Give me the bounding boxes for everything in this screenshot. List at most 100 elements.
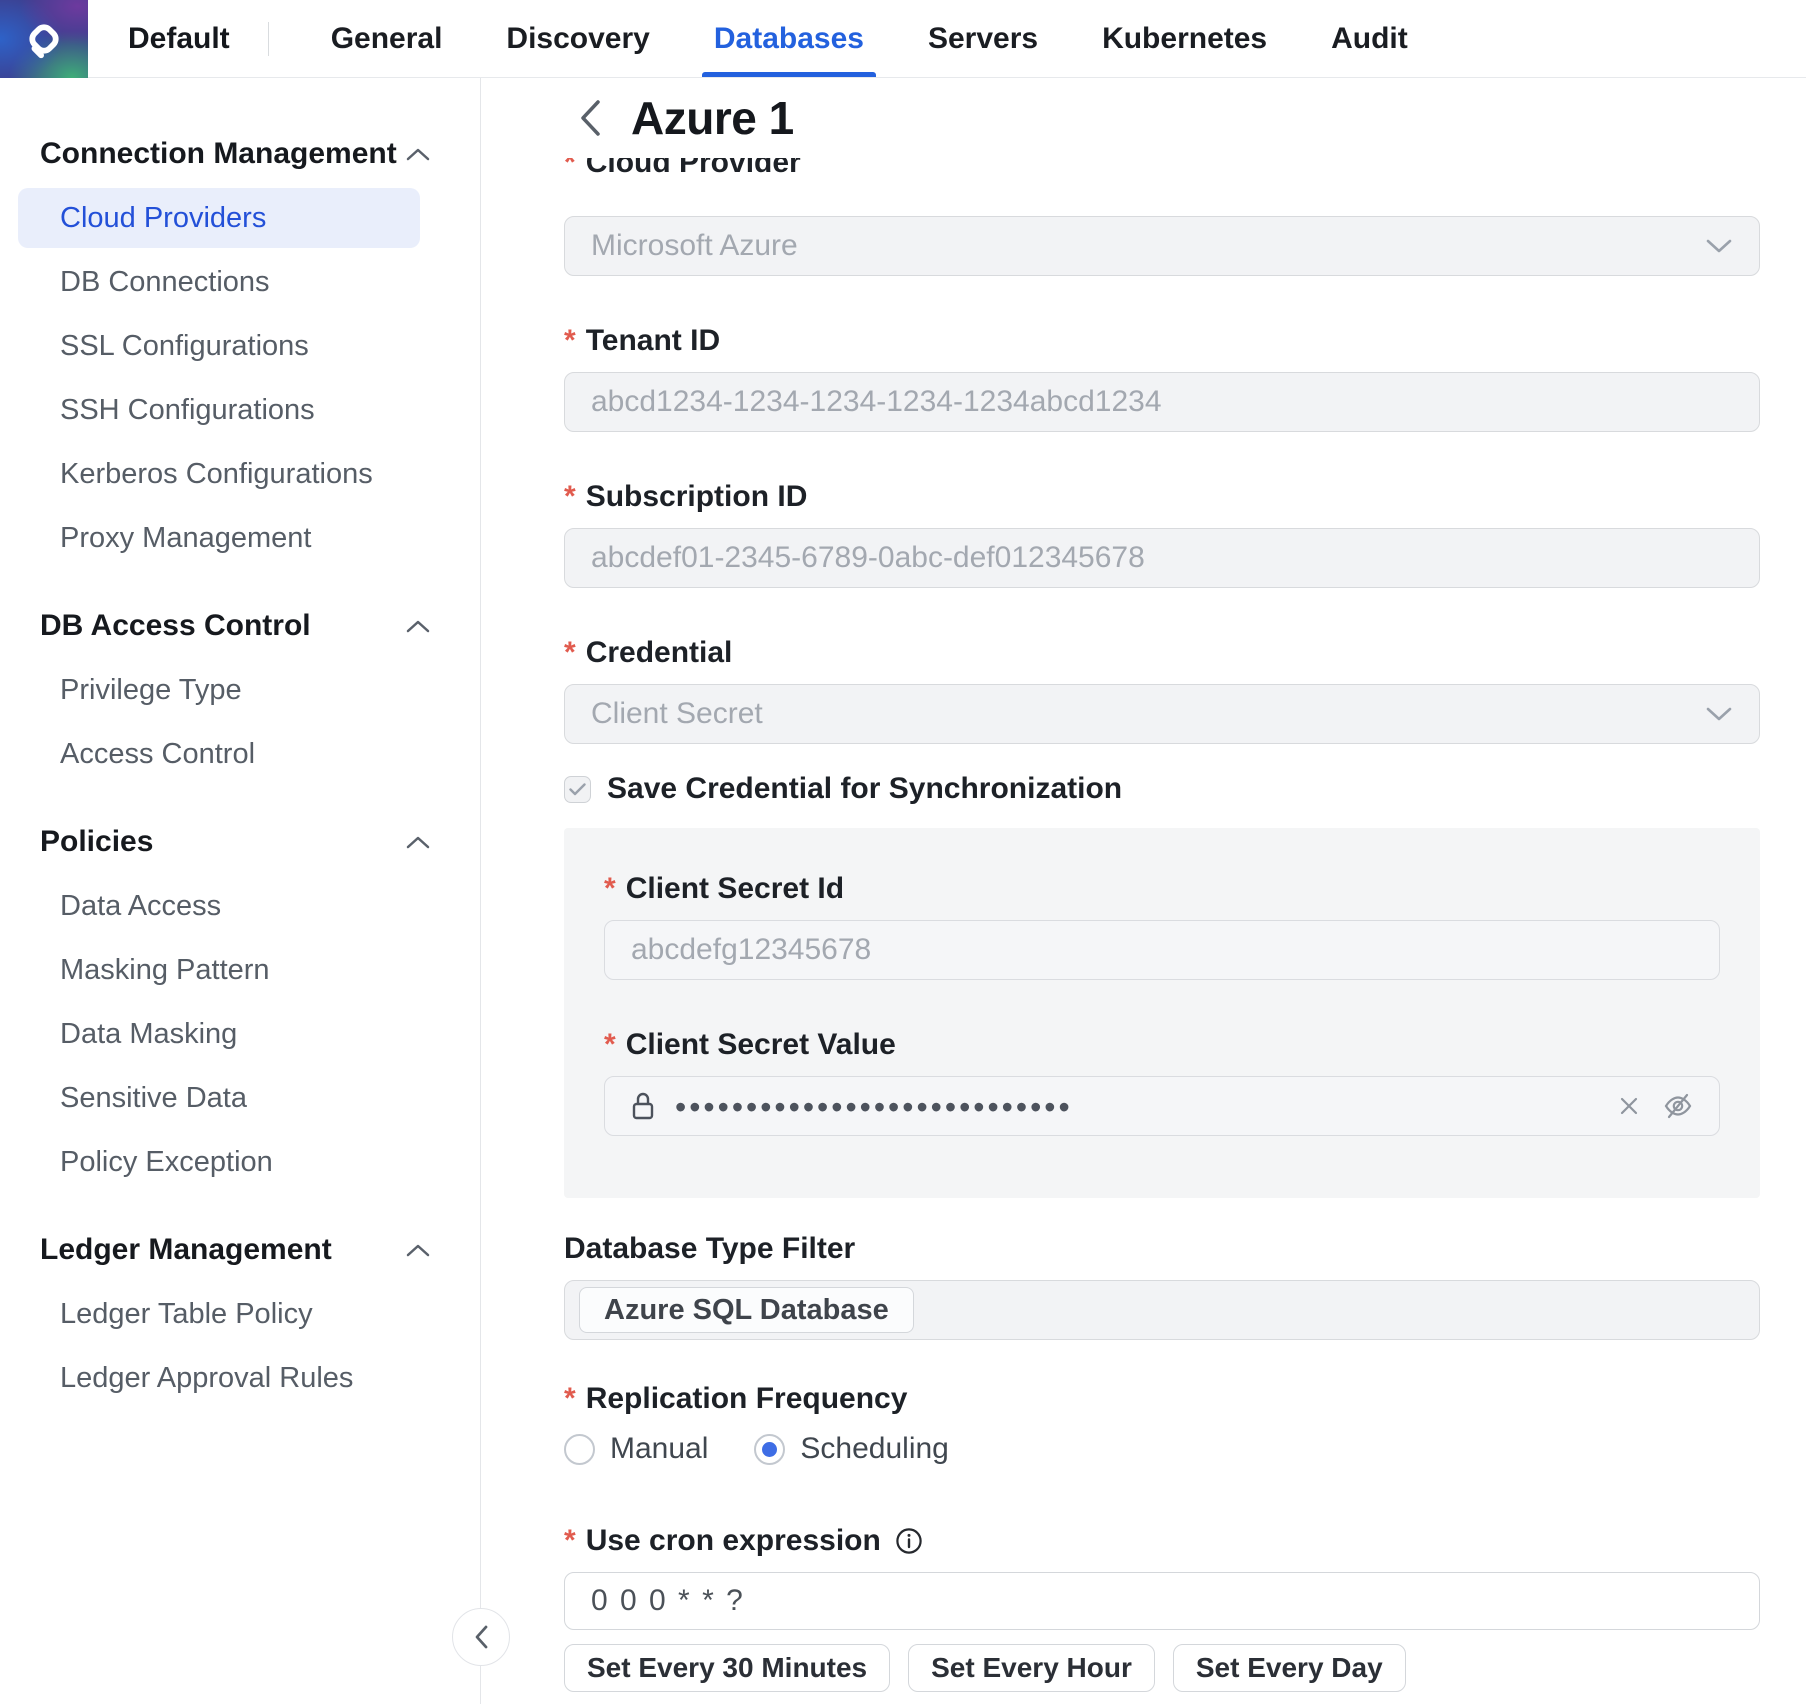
sidebar-item-sensitive-data[interactable]: Sensitive Data [0, 1066, 480, 1130]
sidebar: Connection Management Cloud Providers DB… [0, 78, 481, 1704]
sidebar-header-label: Ledger Management [40, 1233, 332, 1267]
sidebar-item-db-connections[interactable]: DB Connections [0, 250, 480, 314]
required-asterisk: * [564, 158, 576, 182]
chevron-up-icon [406, 1243, 430, 1257]
client-secret-value-input[interactable]: •••••••••••••••••••••••••••• [604, 1076, 1720, 1136]
client-secret-id-group: * Client Secret Id abcdefg12345678 [604, 870, 1720, 980]
tab-discovery[interactable]: Discovery [506, 0, 649, 77]
credential-group: * Credential Client Secret [564, 634, 1760, 744]
required-asterisk: * [564, 1380, 576, 1418]
required-asterisk: * [604, 1026, 616, 1064]
database-type-tag: Azure SQL Database [579, 1287, 914, 1333]
sidebar-item-ledger-approval-rules[interactable]: Ledger Approval Rules [0, 1346, 480, 1410]
page-title: Azure 1 [631, 91, 794, 145]
cron-label: * Use cron expression [564, 1522, 1760, 1560]
sidebar-item-data-masking[interactable]: Data Masking [0, 1002, 480, 1066]
cron-group: * Use cron expression 0 0 0 * * ? Set Ev… [564, 1522, 1760, 1692]
database-type-filter-select[interactable]: Azure SQL Database [564, 1280, 1760, 1340]
sidebar-item-ssl-configurations[interactable]: SSL Configurations [0, 314, 480, 378]
set-every-hour-button[interactable]: Set Every Hour [908, 1644, 1155, 1692]
required-asterisk: * [564, 478, 576, 516]
subscription-id-input[interactable]: abcdef01-2345-6789-0abc-def012345678 [564, 528, 1760, 588]
sidebar-header-db-access-control[interactable]: DB Access Control [0, 594, 480, 658]
chevron-down-icon [1705, 706, 1733, 722]
subscription-id-label: * Subscription ID [564, 478, 1760, 516]
sidebar-header-label: Connection Management [40, 137, 397, 171]
radio-manual-label: Manual [610, 1432, 708, 1466]
chevron-up-icon [406, 619, 430, 633]
tenant-id-value: abcd1234-1234-1234-1234-1234abcd1234 [591, 385, 1162, 419]
cloud-provider-label: * Cloud Provider [564, 158, 1760, 182]
cron-preset-buttons: Set Every 30 Minutes Set Every Hour Set … [564, 1644, 1760, 1692]
database-type-filter-group: Database Type Filter Azure SQL Database [564, 1230, 1760, 1340]
form-scroll-area: * Cloud Provider Microsoft Azure * Tenan… [481, 158, 1806, 1704]
sidebar-item-access-control[interactable]: Access Control [0, 722, 480, 786]
app-logo-icon [21, 16, 67, 62]
sidebar-item-ssh-configurations[interactable]: SSH Configurations [0, 378, 480, 442]
replication-frequency-label: * Replication Frequency [564, 1380, 1760, 1418]
credential-value: Client Secret [591, 697, 763, 731]
workspace-name[interactable]: Default [128, 22, 230, 56]
eye-slash-icon[interactable] [1663, 1091, 1693, 1121]
cron-expression-value: 0 0 0 * * ? [591, 1584, 745, 1618]
client-secret-value-group: * Client Secret Value ••••••••••••••••••… [604, 1026, 1720, 1136]
main-content: Azure 1 * Cloud Provider Microsoft Azure… [481, 78, 1806, 1704]
clear-icon[interactable] [1617, 1094, 1641, 1118]
cloud-provider-select[interactable]: Microsoft Azure [564, 216, 1760, 276]
sidebar-item-cloud-providers[interactable]: Cloud Providers [18, 188, 420, 248]
sidebar-section-ledger-management: Ledger Management Ledger Table Policy Le… [0, 1218, 480, 1410]
replication-frequency-options: Manual Scheduling [564, 1432, 1760, 1466]
tab-audit[interactable]: Audit [1331, 0, 1408, 77]
radio-manual-circle [564, 1434, 595, 1465]
client-secret-id-input[interactable]: abcdefg12345678 [604, 920, 1720, 980]
sidebar-collapse-button[interactable] [452, 1608, 510, 1666]
subscription-id-group: * Subscription ID abcdef01-2345-6789-0ab… [564, 478, 1760, 588]
sidebar-item-kerberos-configurations[interactable]: Kerberos Configurations [0, 442, 480, 506]
sidebar-section-db-access-control: DB Access Control Privilege Type Access … [0, 594, 480, 786]
tenant-id-input[interactable]: abcd1234-1234-1234-1234-1234abcd1234 [564, 372, 1760, 432]
sidebar-item-policy-exception[interactable]: Policy Exception [0, 1130, 480, 1194]
radio-scheduling-circle [754, 1434, 785, 1465]
save-credential-label: Save Credential for Synchronization [607, 772, 1122, 806]
radio-manual[interactable]: Manual [564, 1432, 708, 1466]
sidebar-header-ledger-management[interactable]: Ledger Management [0, 1218, 480, 1282]
info-icon[interactable] [895, 1527, 923, 1555]
set-every-30-minutes-button[interactable]: Set Every 30 Minutes [564, 1644, 890, 1692]
tab-servers[interactable]: Servers [928, 0, 1038, 77]
sidebar-item-proxy-management[interactable]: Proxy Management [0, 506, 480, 570]
radio-scheduling-label: Scheduling [800, 1432, 948, 1466]
page-header: Azure 1 [481, 78, 1806, 158]
credential-select[interactable]: Client Secret [564, 684, 1760, 744]
cron-expression-input[interactable]: 0 0 0 * * ? [564, 1572, 1760, 1630]
save-credential-row: Save Credential for Synchronization [564, 772, 1760, 806]
required-asterisk: * [564, 1522, 576, 1560]
client-secret-id-value: abcdefg12345678 [631, 933, 871, 967]
subscription-id-value: abcdef01-2345-6789-0abc-def012345678 [591, 541, 1145, 575]
tab-general[interactable]: General [331, 0, 443, 77]
sidebar-item-ledger-table-policy[interactable]: Ledger Table Policy [0, 1282, 480, 1346]
set-every-day-button[interactable]: Set Every Day [1173, 1644, 1406, 1692]
tenant-id-label: * Tenant ID [564, 322, 1760, 360]
save-credential-checkbox[interactable] [564, 776, 591, 803]
sidebar-item-data-access[interactable]: Data Access [0, 874, 480, 938]
tab-databases[interactable]: Databases [714, 0, 864, 77]
sidebar-header-policies[interactable]: Policies [0, 810, 480, 874]
required-asterisk: * [604, 870, 616, 908]
chevron-down-icon [1705, 238, 1733, 254]
app-logo[interactable] [0, 0, 88, 78]
radio-scheduling[interactable]: Scheduling [754, 1432, 948, 1466]
tenant-id-group: * Tenant ID abcd1234-1234-1234-1234-1234… [564, 322, 1760, 432]
nav-separator [268, 22, 269, 56]
sidebar-header-label: DB Access Control [40, 609, 311, 643]
tab-kubernetes[interactable]: Kubernetes [1102, 0, 1267, 77]
sidebar-section-policies: Policies Data Access Masking Pattern Dat… [0, 810, 480, 1194]
sidebar-item-masking-pattern[interactable]: Masking Pattern [0, 938, 480, 1002]
chevron-up-icon [406, 147, 430, 161]
client-secret-id-label: * Client Secret Id [604, 870, 1720, 908]
sidebar-item-privilege-type[interactable]: Privilege Type [0, 658, 480, 722]
sidebar-header-connection-management[interactable]: Connection Management [0, 122, 480, 186]
back-button[interactable] [577, 96, 603, 140]
masked-password-value: •••••••••••••••••••••••••••• [675, 1091, 1617, 1123]
database-type-filter-label: Database Type Filter [564, 1230, 1760, 1268]
top-nav: Default General Discovery Databases Serv… [0, 0, 1806, 78]
